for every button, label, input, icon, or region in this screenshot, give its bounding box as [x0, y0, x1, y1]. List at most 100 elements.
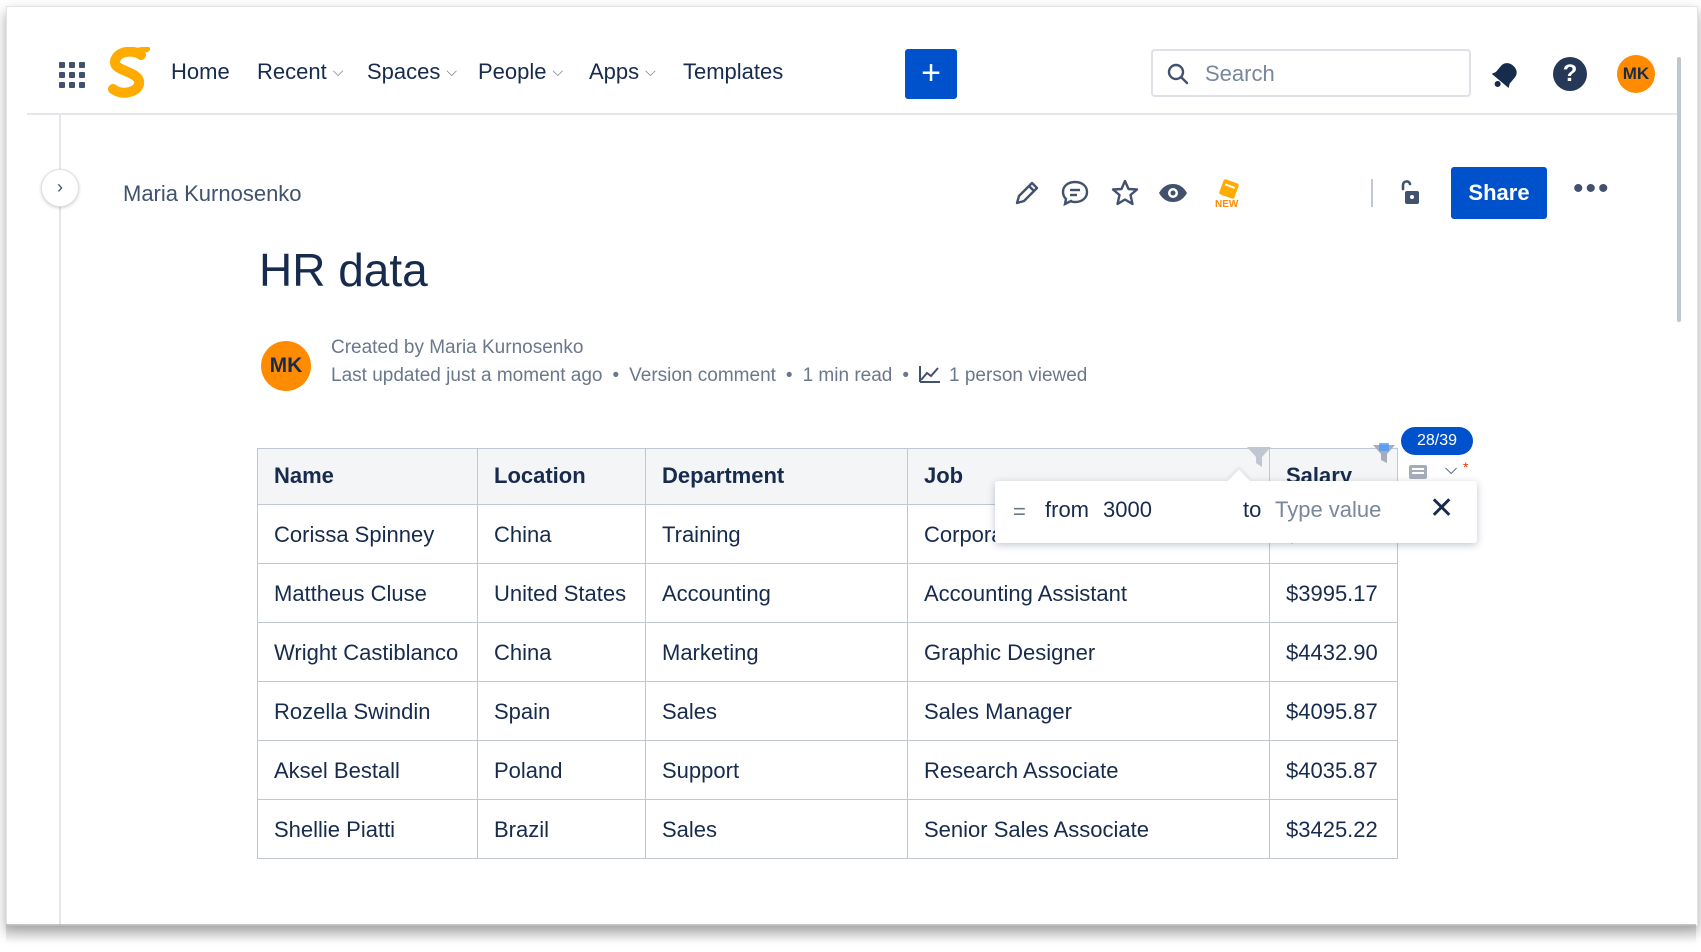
- nav-home-label: Home: [171, 59, 230, 84]
- cell-location: United States: [477, 563, 646, 623]
- app-switcher-icon[interactable]: [59, 62, 85, 88]
- separator-dot: •: [612, 365, 620, 386]
- cell-location: China: [477, 622, 646, 682]
- search-box[interactable]: [1151, 49, 1471, 97]
- sidebar-rail: [27, 115, 61, 925]
- nav-people-label: People: [478, 59, 547, 84]
- author-avatar[interactable]: MK: [261, 341, 311, 391]
- nav-spaces[interactable]: Spaces ⌵: [367, 59, 457, 85]
- views-count[interactable]: 1 person viewed: [949, 365, 1087, 386]
- page-title: HR data: [259, 244, 428, 296]
- filtered-count-badge: 28/39: [1401, 427, 1473, 455]
- close-icon[interactable]: ✕: [1429, 491, 1454, 526]
- cell-salary: $4035.87: [1269, 740, 1398, 800]
- required-asterisk-icon: *: [1463, 459, 1469, 475]
- column-filter-funnel-icon[interactable]: [1245, 443, 1273, 471]
- app-window: Home Recent ⌵ Spaces ⌵ People ⌵ Apps ⌵ Templ…: [6, 6, 1698, 926]
- cell-department: Training: [645, 504, 908, 564]
- cell-job: Sales Manager: [907, 681, 1270, 741]
- cell-department: Marketing: [645, 622, 908, 682]
- table-row: Shellie Piatti Brazil Sales Senior Sales…: [257, 799, 1398, 859]
- table-row: Aksel Bestall Poland Support Research As…: [257, 740, 1398, 800]
- created-by: Created by Maria Kurnosenko: [331, 337, 584, 358]
- nav-apps[interactable]: Apps ⌵: [589, 59, 656, 85]
- share-button[interactable]: Share: [1451, 167, 1547, 219]
- cell-salary: $3425.22: [1269, 799, 1398, 859]
- nav-people[interactable]: People ⌵: [478, 59, 563, 85]
- version-comment[interactable]: Version comment: [629, 365, 776, 386]
- window-shadow: [6, 924, 1696, 944]
- cell-location: China: [477, 504, 646, 564]
- create-button[interactable]: +: [905, 49, 957, 99]
- notifications-bell-icon[interactable]: [1489, 57, 1523, 91]
- unlock-icon[interactable]: [1395, 177, 1427, 209]
- table-row: Mattheus Cluse United States Accounting …: [257, 563, 1398, 623]
- chevron-down-icon: ⌵: [645, 63, 656, 79]
- nav-home[interactable]: Home: [171, 59, 230, 85]
- table-row: Wright Castiblanco China Marketing Graph…: [257, 622, 1398, 682]
- active-filter-funnel-icon[interactable]: [1371, 441, 1397, 467]
- cell-location: Brazil: [477, 799, 646, 859]
- cell-salary: $3995.17: [1269, 563, 1398, 623]
- nav-apps-label: Apps: [589, 59, 640, 84]
- filter-to-label: to: [1243, 497, 1262, 522]
- new-app-icon[interactable]: NEW: [1213, 177, 1245, 209]
- filter-operator[interactable]: =: [1013, 499, 1026, 525]
- nav-recent-label: Recent: [257, 59, 327, 84]
- cell-department: Sales: [645, 681, 908, 741]
- filter-to-input[interactable]: [1273, 493, 1417, 527]
- filter-from-label: from: [1045, 497, 1089, 522]
- nav-templates[interactable]: Templates: [683, 59, 783, 85]
- range-filter-popup: = from 3000 to ✕: [995, 469, 1477, 543]
- separator-dot: •: [902, 365, 910, 386]
- nav-templates-label: Templates: [683, 59, 784, 84]
- chevron-right-icon: ›: [57, 177, 63, 197]
- expand-sidebar-button[interactable]: ›: [41, 169, 79, 207]
- column-header-department[interactable]: Department: [645, 448, 908, 505]
- more-actions-icon[interactable]: •••: [1573, 174, 1611, 204]
- nav-recent[interactable]: Recent ⌵: [257, 59, 343, 85]
- cell-job: Accounting Assistant: [907, 563, 1270, 623]
- edit-pencil-icon[interactable]: [1011, 177, 1043, 209]
- cell-name: Corissa Spinney: [257, 504, 478, 564]
- analytics-chart-icon: [919, 366, 941, 383]
- last-updated[interactable]: Last updated just a moment ago: [331, 365, 602, 386]
- watch-eye-icon[interactable]: [1157, 177, 1189, 209]
- breadcrumb[interactable]: Maria Kurnosenko: [123, 181, 302, 207]
- cell-department: Sales: [645, 799, 908, 859]
- cell-name: Rozella Swindin: [257, 681, 478, 741]
- product-logo[interactable]: [107, 47, 151, 101]
- cell-job: Senior Sales Associate: [907, 799, 1270, 859]
- new-badge: NEW: [1215, 199, 1239, 209]
- cell-job: Graphic Designer: [907, 622, 1270, 682]
- search-input[interactable]: [1203, 59, 1457, 89]
- cell-salary: $4095.87: [1269, 681, 1398, 741]
- filter-from-input[interactable]: 3000: [1103, 497, 1152, 523]
- column-header-name[interactable]: Name: [257, 448, 478, 505]
- cell-department: Accounting: [645, 563, 908, 623]
- cell-salary: $4432.90: [1269, 622, 1398, 682]
- chevron-down-icon: ⌵: [446, 63, 458, 79]
- cell-location: Spain: [477, 681, 646, 741]
- search-icon: [1167, 63, 1189, 85]
- comment-icon[interactable]: [1059, 177, 1091, 209]
- table-row: Rozella Swindin Spain Sales Sales Manage…: [257, 681, 1398, 741]
- cell-name: Shellie Piatti: [257, 799, 478, 859]
- toolbar-divider: [1371, 179, 1373, 207]
- cell-name: Wright Castiblanco: [257, 622, 478, 682]
- user-avatar[interactable]: MK: [1617, 55, 1655, 93]
- chevron-down-icon[interactable]: ⌵: [1445, 461, 1457, 479]
- star-icon[interactable]: [1109, 177, 1141, 209]
- help-icon[interactable]: ?: [1553, 57, 1587, 91]
- read-time: 1 min read: [802, 365, 893, 386]
- cell-job: Research Associate: [907, 740, 1270, 800]
- chevron-down-icon: ⌵: [332, 63, 344, 79]
- nav-spaces-label: Spaces: [367, 59, 441, 84]
- cell-location: Poland: [477, 740, 646, 800]
- top-navigation: Home Recent ⌵ Spaces ⌵ People ⌵ Apps ⌵ Templ…: [27, 7, 1677, 115]
- cell-department: Support: [645, 740, 908, 800]
- scrollbar[interactable]: [1677, 57, 1681, 322]
- chevron-down-icon: ⌵: [552, 63, 564, 79]
- column-header-location[interactable]: Location: [477, 448, 646, 505]
- separator-dot: •: [785, 365, 793, 386]
